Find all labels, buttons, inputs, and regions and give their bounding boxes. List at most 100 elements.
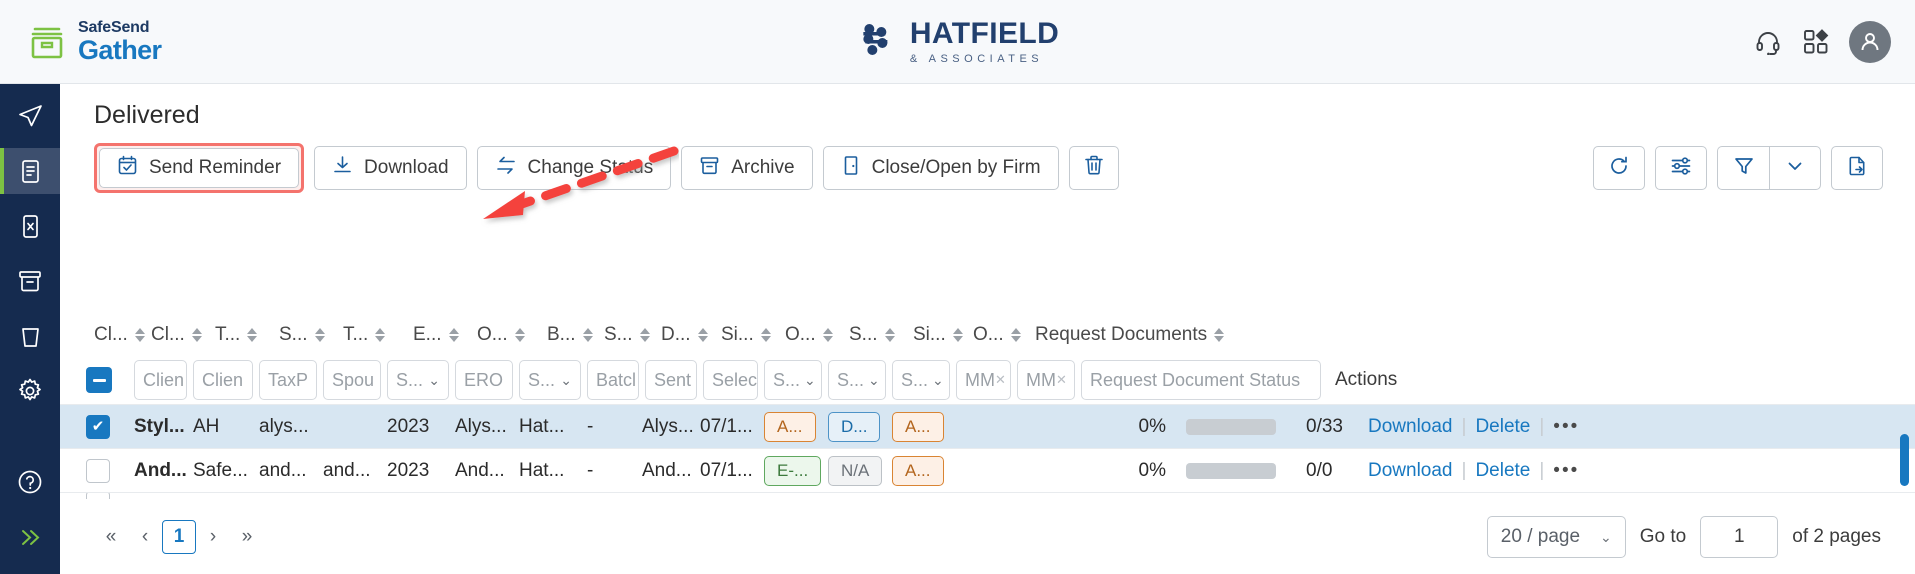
clear-icon[interactable]: ✕ (1056, 372, 1067, 388)
safesend-gather-logo[interactable]: SafeSend Gather (28, 19, 162, 64)
filter-date-14[interactable]: MM ✕ (1017, 360, 1075, 400)
sort-icon-9[interactable] (697, 328, 708, 342)
sort-icon-6[interactable] (514, 328, 525, 342)
delete-button[interactable] (1068, 146, 1119, 190)
close-open-by-firm-button[interactable]: Close/Open by Firm (822, 146, 1059, 190)
filter-select-4[interactable]: S... ⌄ (387, 360, 449, 400)
sort-icon-8[interactable] (639, 328, 650, 342)
next-page-button[interactable]: › (196, 520, 230, 554)
filter-input-8[interactable]: Sent (645, 360, 697, 400)
goto-page-input[interactable]: 1 (1700, 516, 1779, 558)
filter-input-7[interactable]: Batcl (587, 360, 639, 400)
sort-icon-10[interactable] (760, 328, 771, 342)
export-button[interactable] (1831, 146, 1883, 190)
sidebar-item-send[interactable] (0, 93, 60, 139)
filter-input-2[interactable]: TaxP (259, 360, 317, 400)
table-row[interactable]: And... Safe... and... and... 2023 And...… (60, 448, 1915, 492)
sort-icon-4[interactable] (375, 328, 386, 342)
row-download-link[interactable]: Download (1368, 460, 1453, 482)
col-header-4[interactable]: T... (343, 324, 413, 346)
sidebar-item-help[interactable] (0, 459, 60, 505)
sort-icon-7[interactable] (582, 328, 593, 342)
page-size-select[interactable]: 20 / page ⌄ (1486, 516, 1626, 558)
col-header-3[interactable]: S... (279, 324, 343, 346)
sidebar-item-expand[interactable] (0, 514, 60, 560)
row-checkbox[interactable] (86, 458, 110, 483)
row-checkbox[interactable] (86, 414, 110, 439)
sort-icon-15[interactable] (1214, 328, 1225, 342)
filter-input-0[interactable]: Clien (134, 360, 187, 400)
col-header-15[interactable]: Request Documents (1035, 324, 1295, 346)
apps-grid-icon[interactable] (1801, 27, 1831, 57)
table-row[interactable] (60, 492, 1915, 499)
sort-icon-11[interactable] (822, 328, 833, 342)
col-header-2[interactable]: T... (215, 324, 279, 346)
row-delete-link[interactable]: Delete (1475, 416, 1530, 438)
filter-input-9[interactable]: Selec (703, 360, 758, 400)
sidebar-item-settings[interactable] (0, 368, 60, 414)
sort-icon-0[interactable] (134, 328, 145, 342)
select-all-checkbox[interactable] (86, 367, 112, 393)
sort-icon-1[interactable] (191, 328, 202, 342)
download-button[interactable]: Download (314, 146, 467, 190)
archive-button[interactable]: Archive (681, 146, 813, 190)
filter-input-3[interactable]: Spou (323, 360, 381, 400)
sort-icon-13[interactable] (952, 328, 963, 342)
row-delete-link[interactable]: Delete (1475, 460, 1530, 482)
calendar-check-icon (117, 155, 138, 182)
clear-icon[interactable]: ✕ (995, 372, 1006, 388)
col-header-7[interactable]: B... (547, 324, 604, 346)
badge-signature-status: E-... (764, 455, 822, 486)
col-header-0[interactable]: Cl... (94, 324, 151, 346)
row-more-menu-icon[interactable]: ••• (1553, 416, 1579, 438)
headset-icon[interactable] (1753, 27, 1783, 57)
first-page-button[interactable]: « (94, 520, 128, 554)
sidebar-item-recycle-bin[interactable] (0, 313, 60, 359)
filter-input-5[interactable]: ERO (455, 360, 513, 400)
app-root: SafeSend Gather HATFIELD & ASSOCIATES De… (0, 0, 1915, 574)
filter-input-1[interactable]: Clien (193, 360, 253, 400)
filter-placeholder-14: MM (1026, 369, 1056, 390)
filter-select-6[interactable]: S... ⌄ (519, 360, 581, 400)
row-download-link[interactable]: Download (1368, 416, 1453, 438)
sort-icon-2[interactable] (247, 328, 258, 342)
col-header-8[interactable]: S... (604, 324, 661, 346)
col-header-11[interactable]: O... (785, 324, 849, 346)
progress-bar (1186, 418, 1276, 435)
last-page-button[interactable]: » (230, 520, 264, 554)
column-settings-button[interactable] (1655, 146, 1707, 190)
send-reminder-button[interactable]: Send Reminder (99, 148, 300, 188)
sort-icon-12[interactable] (884, 328, 895, 342)
col-header-14[interactable]: O... (973, 324, 1035, 346)
col-header-12[interactable]: S... (849, 324, 913, 346)
sidebar-item-delivered[interactable] (0, 148, 60, 194)
change-status-button[interactable]: Change Status (476, 146, 672, 190)
col-header-9[interactable]: D... (661, 324, 721, 346)
filter-input-15[interactable]: Request Document Status (1081, 360, 1321, 400)
sort-icon-5[interactable] (448, 328, 459, 342)
col-header-1[interactable]: Cl... (151, 324, 215, 346)
prev-page-button[interactable]: ‹ (128, 520, 162, 554)
page-1-button[interactable]: 1 (162, 520, 196, 554)
filter-select-12[interactable]: S... ⌄ (892, 360, 950, 400)
col-header-5[interactable]: E... (413, 324, 477, 346)
refresh-button[interactable] (1593, 146, 1645, 190)
row-checkbox[interactable] (86, 493, 110, 499)
col-header-13[interactable]: Si... (913, 324, 973, 346)
col-header-10[interactable]: Si... (721, 324, 785, 346)
vertical-scrollbar[interactable] (1900, 434, 1909, 486)
row-more-menu-icon[interactable]: ••• (1553, 460, 1579, 482)
sidebar-item-archive[interactable] (0, 258, 60, 304)
sidebar-item-cancelled[interactable] (0, 203, 60, 249)
avatar[interactable] (1849, 20, 1891, 63)
filter-button[interactable] (1717, 146, 1769, 190)
table-row[interactable]: Styl... AH alys... 2023 Alys... Hat... -… (60, 404, 1915, 448)
sort-icon-14[interactable] (1010, 328, 1021, 342)
filter-dropdown-button[interactable] (1769, 146, 1821, 190)
sort-icon-3[interactable] (314, 328, 325, 342)
change-status-label: Change Status (527, 157, 654, 178)
filter-select-11[interactable]: S... ⌄ (828, 360, 886, 400)
filter-date-13[interactable]: MM ✕ (956, 360, 1011, 400)
filter-select-10[interactable]: S... ⌄ (764, 360, 822, 400)
col-header-6[interactable]: O... (477, 324, 547, 346)
